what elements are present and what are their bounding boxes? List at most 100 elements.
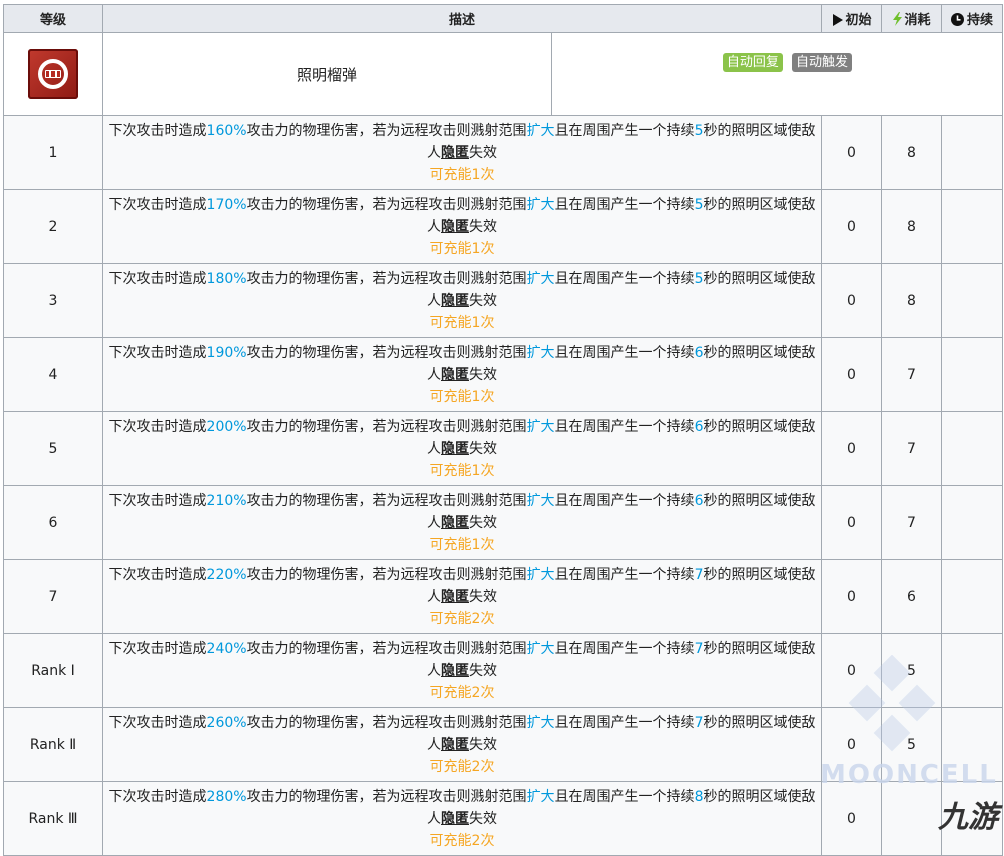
skill-name: 照明榴弹 <box>102 32 552 116</box>
description-text: 下次攻击时造成220%攻击力的物理伤害，若为远程攻击则溅射范围扩大且在周围产生一… <box>108 566 816 605</box>
level-column-header: 等级 <box>3 4 103 33</box>
hidden-status-link[interactable]: 隐匿 <box>441 293 469 309</box>
initial-sp-cell: 0 <box>821 485 883 560</box>
level-cell: 7 <box>3 559 103 634</box>
table-row: 6 下次攻击时造成210%攻击力的物理伤害，若为远程攻击则溅射范围扩大且在周围产生… <box>3 485 1004 560</box>
damage-percent: 170% <box>206 196 247 213</box>
duration-cell <box>941 633 1004 708</box>
table-row: 4 下次攻击时造成190%攻击力的物理伤害，若为远程攻击则溅射范围扩大且在周围产生… <box>3 337 1004 412</box>
description-cell: 下次攻击时造成190%攻击力的物理伤害，若为远程攻击则溅射范围扩大且在周围产生一… <box>101 337 823 412</box>
description-column-header: 描述 <box>101 4 823 33</box>
expand-term: 扩大 <box>526 344 555 361</box>
initial-sp-cell: 0 <box>821 189 883 264</box>
level-cell: Rank Ⅱ <box>3 707 103 782</box>
charge-count: 可充能2次 <box>429 758 495 775</box>
duration-column-header: 持续 <box>941 4 1004 33</box>
charge-count: 可充能1次 <box>429 462 495 479</box>
damage-percent: 180% <box>206 270 247 287</box>
sp-cost-cell: 6 <box>881 559 943 634</box>
charge-count: 可充能1次 <box>429 314 495 331</box>
hidden-status-link[interactable]: 隐匿 <box>441 515 469 531</box>
sp-cost-cell: 5 <box>881 633 943 708</box>
initial-sp-cell: 0 <box>821 263 883 338</box>
description-cell: 下次攻击时造成160%攻击力的物理伤害，若为远程攻击则溅射范围扩大且在周围产生一… <box>101 115 823 190</box>
levels-body: 1 下次攻击时造成160%攻击力的物理伤害，若为远程攻击则溅射范围扩大且在周围产生… <box>3 115 1004 856</box>
description-text: 下次攻击时造成180%攻击力的物理伤害，若为远程攻击则溅射范围扩大且在周围产生一… <box>108 270 816 309</box>
table-row: 7 下次攻击时造成220%攻击力的物理伤害，若为远程攻击则溅射范围扩大且在周围产生… <box>3 559 1004 634</box>
charge-count: 可充能1次 <box>429 536 495 553</box>
expand-term: 扩大 <box>526 196 555 213</box>
lightning-icon <box>892 12 902 26</box>
level-cell: 6 <box>3 485 103 560</box>
hidden-status-link[interactable]: 隐匿 <box>441 219 469 235</box>
hidden-status-link[interactable]: 隐匿 <box>441 811 469 827</box>
initial-sp-cell: 0 <box>821 115 883 190</box>
recovery-type-badge: 自动回复 <box>722 53 783 72</box>
description-cell: 下次攻击时造成240%攻击力的物理伤害，若为远程攻击则溅射范围扩大且在周围产生一… <box>101 633 823 708</box>
sp-cost-cell: 8 <box>881 263 943 338</box>
hidden-status-link[interactable]: 隐匿 <box>441 441 469 457</box>
level-cell: 3 <box>3 263 103 338</box>
damage-percent: 240% <box>206 640 247 657</box>
duration-cell <box>941 707 1004 782</box>
description-cell: 下次攻击时造成170%攻击力的物理伤害，若为远程攻击则溅射范围扩大且在周围产生一… <box>101 189 823 264</box>
expand-term: 扩大 <box>526 566 555 583</box>
level-cell: 2 <box>3 189 103 264</box>
skill-table: 照明榴弹 自动回复 自动触发 等级 描述 初始 消耗 持续 1 下次攻击时造成16… <box>3 4 1004 856</box>
duration-cell <box>941 485 1004 560</box>
level-cell: Rank Ⅲ <box>3 781 103 856</box>
table-row: 3 下次攻击时造成180%攻击力的物理伤害，若为远程攻击则溅射范围扩大且在周围产生… <box>3 263 1004 338</box>
description-text: 下次攻击时造成210%攻击力的物理伤害，若为远程攻击则溅射范围扩大且在周围产生一… <box>108 492 816 531</box>
expand-term: 扩大 <box>526 788 555 805</box>
hidden-status-link[interactable]: 隐匿 <box>441 589 469 605</box>
damage-percent: 280% <box>206 788 247 805</box>
hidden-status-link[interactable]: 隐匿 <box>441 145 469 161</box>
hidden-status-link[interactable]: 隐匿 <box>441 663 469 679</box>
cost-column-header: 消耗 <box>881 4 943 33</box>
initial-sp-cell: 0 <box>821 781 883 856</box>
damage-percent: 210% <box>206 492 247 509</box>
skill-header-row: 照明榴弹 自动回复 自动触发 <box>3 32 1004 116</box>
charge-count: 可充能2次 <box>429 832 495 849</box>
description-text: 下次攻击时造成160%攻击力的物理伤害，若为远程攻击则溅射范围扩大且在周围产生一… <box>108 122 816 161</box>
flare-grenade-icon <box>28 49 78 99</box>
sp-cost-cell: 7 <box>881 411 943 486</box>
hidden-status-link[interactable]: 隐匿 <box>441 367 469 383</box>
description-text: 下次攻击时造成260%攻击力的物理伤害，若为远程攻击则溅射范围扩大且在周围产生一… <box>108 714 816 753</box>
description-text: 下次攻击时造成240%攻击力的物理伤害，若为远程攻击则溅射范围扩大且在周围产生一… <box>108 640 816 679</box>
description-text: 下次攻击时造成190%攻击力的物理伤害，若为远程攻击则溅射范围扩大且在周围产生一… <box>108 344 816 383</box>
sp-cost-cell <box>881 781 943 856</box>
initial-sp-cell: 0 <box>821 337 883 412</box>
description-text: 下次攻击时造成280%攻击力的物理伤害，若为远程攻击则溅射范围扩大且在周围产生一… <box>108 788 816 827</box>
table-row: Rank Ⅰ 下次攻击时造成240%攻击力的物理伤害，若为远程攻击则溅射范围扩大且… <box>3 633 1004 708</box>
initial-sp-cell: 0 <box>821 707 883 782</box>
charge-count: 可充能2次 <box>429 610 495 627</box>
description-cell: 下次攻击时造成220%攻击力的物理伤害，若为远程攻击则溅射范围扩大且在周围产生一… <box>101 559 823 634</box>
duration-cell <box>941 189 1004 264</box>
skill-icon-cell <box>3 32 103 116</box>
level-cell: Rank Ⅰ <box>3 633 103 708</box>
charge-count: 可充能1次 <box>429 166 495 183</box>
play-icon <box>832 14 843 26</box>
charge-count: 可充能2次 <box>429 684 495 701</box>
sp-cost-cell: 8 <box>881 115 943 190</box>
clock-icon <box>951 13 964 26</box>
description-cell: 下次攻击时造成280%攻击力的物理伤害，若为远程攻击则溅射范围扩大且在周围产生一… <box>101 781 823 856</box>
table-row: 2 下次攻击时造成170%攻击力的物理伤害，若为远程攻击则溅射范围扩大且在周围产生… <box>3 189 1004 264</box>
sp-cost-cell: 5 <box>881 707 943 782</box>
table-row: 1 下次攻击时造成160%攻击力的物理伤害，若为远程攻击则溅射范围扩大且在周围产生… <box>3 115 1004 190</box>
expand-term: 扩大 <box>526 714 555 731</box>
sp-cost-cell: 7 <box>881 337 943 412</box>
charge-count: 可充能1次 <box>429 388 495 405</box>
table-row: Rank Ⅲ 下次攻击时造成280%攻击力的物理伤害，若为远程攻击则溅射范围扩大且… <box>3 781 1004 856</box>
skill-badges: 自动回复 自动触发 <box>550 32 1004 116</box>
table-row: Rank Ⅱ 下次攻击时造成260%攻击力的物理伤害，若为远程攻击则溅射范围扩大且… <box>3 707 1004 782</box>
hidden-status-link[interactable]: 隐匿 <box>441 737 469 753</box>
description-cell: 下次攻击时造成200%攻击力的物理伤害，若为远程攻击则溅射范围扩大且在周围产生一… <box>101 411 823 486</box>
table-row: 5 下次攻击时造成200%攻击力的物理伤害，若为远程攻击则溅射范围扩大且在周围产生… <box>3 411 1004 486</box>
expand-term: 扩大 <box>526 122 555 139</box>
description-text: 下次攻击时造成170%攻击力的物理伤害，若为远程攻击则溅射范围扩大且在周围产生一… <box>108 196 816 235</box>
initial-column-header: 初始 <box>821 4 883 33</box>
level-cell: 5 <box>3 411 103 486</box>
duration-cell <box>941 263 1004 338</box>
